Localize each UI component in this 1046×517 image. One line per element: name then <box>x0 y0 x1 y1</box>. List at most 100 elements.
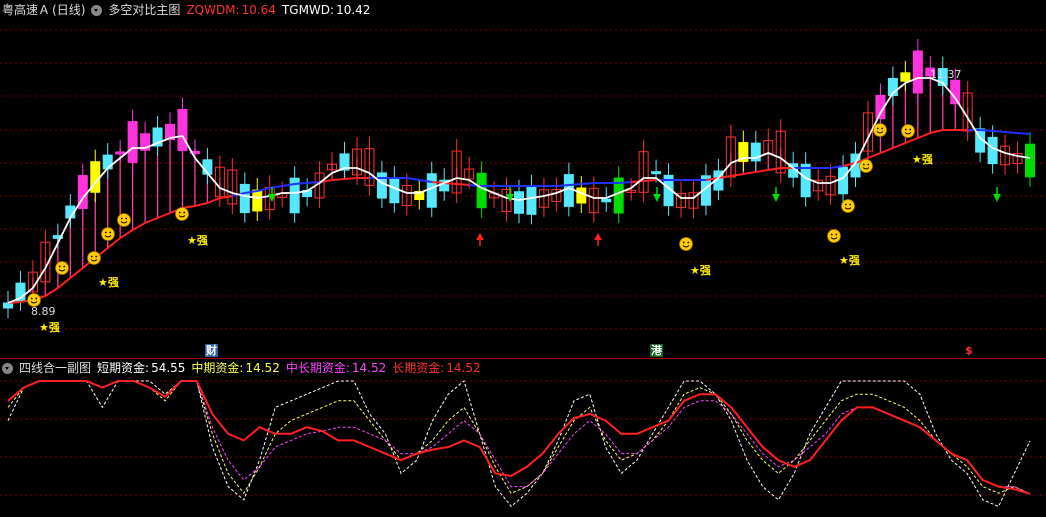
strong-label: 强 <box>921 153 933 166</box>
smiley-eye <box>687 241 690 244</box>
smiley-icon <box>55 261 69 275</box>
candle-body <box>563 174 574 207</box>
tgmwd-line <box>257 187 270 192</box>
tgmwd-line <box>406 177 420 181</box>
tgmwd-line <box>917 132 931 139</box>
strong-marker: ★强 <box>39 321 60 334</box>
tgmwd-line <box>730 173 744 177</box>
strong-marker: ★强 <box>98 276 119 289</box>
tgmwd-line <box>157 212 171 219</box>
gang-marker[interactable]: 港 <box>650 344 663 357</box>
tgmwd-line <box>294 182 308 185</box>
tgmwd-line <box>194 202 208 207</box>
smiley-eye <box>125 217 128 220</box>
smiley-eye <box>109 231 112 234</box>
strong-marker: ★强 <box>690 264 711 277</box>
candle-body <box>177 108 188 152</box>
tgmwd-line <box>344 177 358 180</box>
tgmwd-line <box>144 217 158 224</box>
strong-label: 强 <box>48 321 60 334</box>
down-arrow-icon <box>653 194 661 202</box>
candle-body <box>912 50 923 94</box>
smiley-eye <box>682 241 685 244</box>
smiley-face <box>117 213 131 227</box>
up-arrow-icon <box>476 233 484 240</box>
tgmwd-line <box>643 179 657 182</box>
short-fund-label: 短期资金: <box>97 361 150 375</box>
smiley-face <box>859 159 873 173</box>
tgmwd-line <box>44 287 59 297</box>
smiley-icon <box>841 199 855 213</box>
smiley-icon <box>873 123 887 137</box>
candle-body <box>800 163 811 198</box>
candle-body <box>900 72 911 82</box>
smiley-face <box>55 261 69 275</box>
smiley-icon <box>859 159 873 173</box>
smiley-face <box>827 229 841 243</box>
tgmwd-line <box>132 222 146 231</box>
smiley-eye <box>835 233 838 236</box>
smiley-icon <box>827 229 841 243</box>
smiley-face <box>101 227 115 241</box>
tgmwd-line <box>904 137 919 144</box>
tgmwd-line <box>119 229 134 239</box>
sub-chart-header: 四线合一副图 短期资金: 54.55 中期资金: 14.52 中长期资金: 14… <box>2 359 481 377</box>
tgmwd-line <box>568 183 582 186</box>
candle-body <box>576 187 587 204</box>
smiley-face <box>175 207 189 221</box>
smiley-eye <box>876 127 879 130</box>
tgmwd-line <box>556 184 569 187</box>
tgmwd-line <box>207 197 221 204</box>
tgmwd-line <box>1017 132 1031 135</box>
smiley-eye <box>904 128 907 131</box>
candle-body <box>514 191 524 214</box>
smiley-eye <box>862 163 865 166</box>
smiley-face <box>679 237 693 251</box>
smiley-eye <box>35 297 38 300</box>
fund-line-中期资金 <box>7 380 1031 495</box>
smiley-eye <box>844 203 847 206</box>
short-fund-value: 54.55 <box>151 361 186 375</box>
smiley-eye <box>178 211 181 214</box>
smiley-face <box>873 123 887 137</box>
down-arrow-icon <box>772 194 780 202</box>
smiley-icon <box>101 227 115 241</box>
candle-body <box>476 172 487 209</box>
tgmwd-line <box>992 130 1006 133</box>
smiley-eye <box>909 128 912 131</box>
tgmwd-line <box>456 183 470 186</box>
tgmwd-line <box>755 169 769 173</box>
panel-divider[interactable] <box>0 358 1046 359</box>
strong-label: 强 <box>699 264 711 277</box>
smiley-icon <box>117 213 131 227</box>
cai-marker[interactable]: 财 <box>205 344 218 357</box>
sub-fund-chart[interactable] <box>0 377 1046 517</box>
candle-body <box>987 136 998 165</box>
tgmwd-line <box>867 152 881 159</box>
tgmwd-line <box>618 181 632 184</box>
tgmwd-line <box>892 142 906 149</box>
up-arrow-icon <box>594 233 602 240</box>
smiley-icon <box>175 207 189 221</box>
tgmwd-line <box>581 182 594 185</box>
strong-label: 强 <box>196 234 208 247</box>
strong-label: 强 <box>107 276 119 289</box>
candle-body <box>651 171 662 175</box>
candle-body <box>838 166 849 195</box>
tgmwd-line <box>307 181 320 184</box>
smiley-face <box>901 124 915 138</box>
sub-indicator-name[interactable]: 四线合一副图 <box>19 359 91 377</box>
candle-body <box>389 177 400 204</box>
dollar-marker[interactable]: $ <box>964 344 974 357</box>
tgmwd-line <box>1004 131 1018 134</box>
smiley-eye <box>95 255 98 258</box>
smiley-eye <box>30 297 33 300</box>
collapse-icon[interactable] <box>2 362 13 374</box>
candle-body <box>426 173 437 208</box>
main-price-chart[interactable] <box>0 0 1046 358</box>
smiley-eye <box>90 255 93 258</box>
strong-label: 强 <box>848 254 860 267</box>
candle-body <box>102 154 113 170</box>
strong-marker: ★强 <box>839 254 860 267</box>
strong-marker: ★强 <box>912 153 933 166</box>
